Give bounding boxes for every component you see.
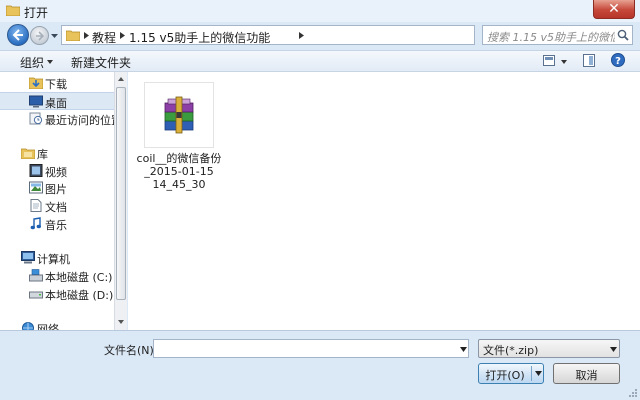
close-icon: ✕ (608, 1, 620, 17)
navigation-pane-scrollbar[interactable] (114, 72, 127, 330)
open-options-dropdown-icon[interactable] (535, 371, 542, 376)
sidebar-item-label: 网络 (37, 323, 59, 330)
chevron-down-icon (47, 60, 53, 64)
computer-icon (21, 251, 35, 264)
file-item[interactable] (144, 82, 214, 148)
sidebar-item-recent-places[interactable]: 最近访问的位置 (0, 110, 114, 128)
organize-button[interactable]: 组织 (20, 54, 44, 71)
file-name-line: coil__的微信备份 (136, 152, 222, 165)
sidebar-item-videos[interactable]: 视频 (0, 162, 114, 180)
sidebar-item-label: 音乐 (45, 219, 67, 232)
sidebar-item-desktop[interactable]: 桌面 (0, 92, 114, 110)
recent-places-icon (29, 112, 43, 125)
open-button-label: 打开(O) (485, 369, 525, 382)
sidebar-item-label: 桌面 (45, 97, 67, 110)
open-file-dialog: 打开 ✕ 教程 1.15 v5助手上的微信功能 搜索 1.15 v5助手上的微 … (0, 0, 640, 400)
back-button[interactable] (7, 24, 29, 46)
file-type-select[interactable]: 文件(*.zip) (478, 339, 620, 358)
cancel-button[interactable]: 取消 (553, 363, 620, 384)
breadcrumb-arrow-icon[interactable] (120, 32, 125, 39)
winrar-archive-icon (164, 96, 194, 134)
sidebar-item-label: 本地磁盘 (C:) (45, 271, 113, 284)
open-button[interactable]: 打开(O) (478, 363, 544, 384)
arrow-left-icon (12, 29, 23, 41)
desktop-icon (29, 95, 43, 108)
sidebar-item-label: 图片 (45, 183, 67, 196)
folder-icon (6, 5, 20, 16)
file-type-value: 文件(*.zip) (483, 344, 539, 357)
svg-text:?: ? (615, 56, 621, 67)
forward-button[interactable] (30, 26, 49, 45)
download-folder-icon (29, 77, 43, 89)
window-title: 打开 (24, 6, 49, 20)
filename-field[interactable] (153, 339, 469, 358)
video-library-icon (29, 164, 43, 177)
sidebar-item-music[interactable]: 音乐 (0, 215, 114, 233)
cancel-button-label: 取消 (575, 369, 598, 382)
view-options-dropdown-icon[interactable] (561, 60, 567, 64)
arrow-right-icon (36, 31, 45, 41)
title-bar: 打开 ✕ (0, 0, 640, 22)
sidebar-item-label: 视频 (45, 166, 67, 179)
scroll-down-icon[interactable] (118, 320, 124, 324)
sidebar-item-libraries[interactable]: 库 (0, 144, 114, 162)
chevron-down-icon (610, 347, 617, 352)
network-icon (22, 322, 34, 330)
drive-icon (29, 291, 43, 299)
help-icon[interactable]: ? (611, 53, 625, 67)
sidebar-item-computer[interactable]: 计算机 (0, 249, 114, 267)
sidebar-item-pictures[interactable]: 图片 (0, 179, 114, 197)
file-item-name[interactable]: coil__的微信备份 _2015-01-15 14_45_30 (136, 152, 222, 191)
music-library-icon (30, 217, 41, 230)
divider (531, 366, 532, 381)
pictures-library-icon (29, 181, 43, 194)
sidebar-item-label: 下载 (45, 78, 67, 91)
sidebar-item-label: 文档 (45, 201, 67, 214)
breadcrumb-item[interactable]: 教程 (92, 29, 116, 46)
address-bar[interactable]: 教程 1.15 v5助手上的微信功能 (61, 25, 530, 46)
breadcrumb-arrow-icon[interactable] (299, 32, 304, 39)
change-view-icon[interactable] (543, 55, 555, 66)
sidebar-item-downloads[interactable]: 下载 (0, 74, 114, 92)
recent-pages-dropdown-icon[interactable] (51, 32, 58, 40)
new-folder-button[interactable]: 新建文件夹 (71, 54, 131, 71)
documents-library-icon (30, 199, 42, 212)
command-bar: 组织 新建文件夹 ? (0, 50, 640, 72)
sidebar-item-label: 计算机 (37, 253, 70, 266)
scroll-up-icon[interactable] (118, 77, 124, 81)
search-box[interactable]: 搜索 1.15 v5助手上的微信功能 (482, 25, 633, 45)
library-icon (21, 148, 35, 159)
filename-label: 文件名(N): (104, 344, 158, 357)
scrollbar-thumb[interactable] (116, 87, 126, 300)
folder-icon (66, 30, 80, 41)
preview-pane-icon[interactable] (583, 54, 595, 67)
sidebar-item-label: 本地磁盘 (D:) (45, 289, 114, 302)
sidebar-item-label: 最近访问的位置 (45, 114, 114, 127)
sidebar-item-drive-c[interactable]: 本地磁盘 (C:) (0, 267, 114, 285)
file-name-line: _2015-01-15 (144, 165, 214, 178)
breadcrumb-item[interactable]: 1.15 v5助手上的微信功能 (129, 29, 270, 46)
navigation-pane: 下载 桌面 最近访问的位置 库 (0, 72, 114, 330)
sidebar-item-drive-d[interactable]: 本地磁盘 (D:) (0, 285, 114, 303)
breadcrumb-arrow-icon[interactable] (84, 32, 89, 39)
search-input[interactable]: 搜索 1.15 v5助手上的微信功能 (487, 29, 615, 45)
close-button[interactable]: ✕ (593, 0, 635, 19)
search-icon[interactable] (617, 29, 629, 41)
sidebar-item-documents[interactable]: 文档 (0, 197, 114, 215)
resize-grip-icon[interactable] (627, 387, 637, 397)
filename-history-dropdown-icon[interactable] (460, 347, 467, 352)
system-drive-icon (29, 269, 43, 282)
file-name-line: 14_45_30 (152, 178, 206, 191)
sidebar-item-label: 库 (37, 148, 48, 161)
sidebar-item-network[interactable]: 网络 (0, 319, 114, 330)
